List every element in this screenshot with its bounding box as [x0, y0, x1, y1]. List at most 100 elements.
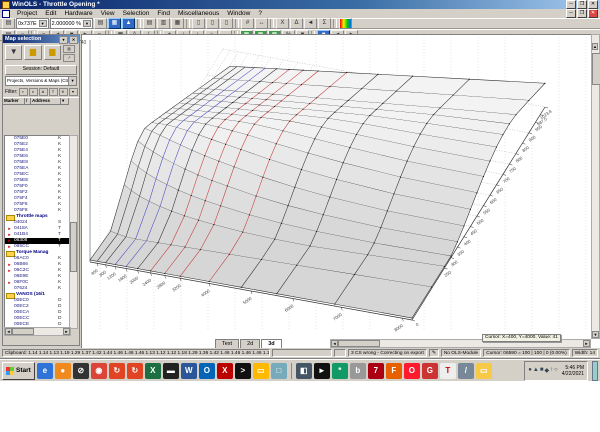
row-view-icon[interactable]: ▥ [157, 18, 171, 29]
bb-gray-icon[interactable]: b [349, 362, 366, 379]
multiply-icon[interactable]: X [276, 18, 290, 29]
scrollbar-thumb[interactable] [12, 328, 34, 335]
tray-icon-1[interactable]: ▲ [533, 367, 539, 374]
column-header-2[interactable]: Address [31, 98, 61, 105]
import-folder-icon[interactable]: ▆ [43, 45, 61, 60]
photos-icon[interactable]: * [331, 362, 348, 379]
antivirus-icon[interactable]: X [216, 362, 233, 379]
media-orange-icon[interactable]: ● [54, 362, 71, 379]
view-2d-button[interactable]: ▦ [108, 18, 122, 29]
ie-icon[interactable]: e [36, 362, 53, 379]
filter-button-0[interactable]: ▪ [18, 88, 28, 96]
checkerboard-icon[interactable]: ▦ [63, 45, 75, 53]
close-button[interactable]: ✕ [588, 0, 598, 9]
menu-item-miscellaneous[interactable]: Miscellaneous [174, 9, 223, 18]
explorer-icon[interactable]: ▭ [252, 362, 269, 379]
list-header[interactable]: Marker / Address ▾ [3, 97, 79, 105]
panel-horizontal-scrollbar[interactable]: ◄ ► [4, 327, 71, 336]
terminal-icon[interactable]: > [234, 362, 251, 379]
menu-item-selection[interactable]: Selection [119, 9, 154, 18]
panel-close-icon[interactable]: ✕ [69, 36, 78, 44]
filter-button-2[interactable]: A [38, 88, 48, 96]
menu-item-[interactable]: ? [254, 9, 266, 18]
drive-icon[interactable]: ▬ [162, 362, 179, 379]
scroll-right-icon[interactable]: ► [63, 328, 70, 335]
show-desktop-button[interactable] [592, 360, 598, 381]
column-header-0[interactable]: Marker [3, 98, 25, 105]
scrollbar-thumb[interactable] [70, 222, 77, 273]
mdi-minimize-button[interactable]: ─ [566, 9, 576, 18]
firefox-icon[interactable]: F [385, 362, 402, 379]
tray-icon-4[interactable]: ↑ [550, 367, 553, 374]
plot-vertical-scrollbar[interactable]: ▲ ▼ [591, 34, 600, 339]
nitro-2-icon[interactable]: ↻ [126, 362, 143, 379]
column-original-icon[interactable]: ▯ [192, 18, 206, 29]
menu-item-hardware[interactable]: Hardware [60, 9, 96, 18]
tab-3d[interactable]: 3d [261, 339, 282, 348]
factor-combo[interactable]: 2.000000 % ▼ [49, 18, 94, 29]
sphere-icon[interactable]: G [421, 362, 438, 379]
color-scale-icon[interactable] [339, 18, 353, 29]
combo-arrow-icon[interactable]: ▼ [38, 20, 47, 27]
tray-icon-2[interactable]: ■ [540, 367, 544, 374]
tray-icon-0[interactable]: ● [528, 367, 532, 374]
word-icon[interactable]: W [180, 362, 197, 379]
folder-yellow-icon[interactable]: ▭ [475, 362, 492, 379]
grid-view-icon[interactable]: ▦ [171, 18, 185, 29]
menu-item-window[interactable]: Window [223, 9, 254, 18]
column-diff-icon[interactable]: ▯ [220, 18, 234, 29]
combo-arrow-icon[interactable]: ▼ [83, 20, 92, 27]
nitro-1-icon[interactable]: ↻ [108, 362, 125, 379]
filter-button-1[interactable]: ± [28, 88, 38, 96]
column-header-3[interactable]: ▾ [61, 98, 69, 105]
swap-axes-icon[interactable]: ↔ [255, 18, 269, 29]
title-bar[interactable]: WinOLS - Throttle Opening * ─ ❐ ✕ [0, 0, 600, 9]
menu-item-view[interactable]: View [97, 9, 119, 18]
view-3d-button[interactable]: ▲ [122, 18, 136, 29]
scope-dropdown[interactable]: Projects, Versions & Maps (Ctrl ▼ [5, 76, 77, 86]
tt-white-icon[interactable]: T [439, 362, 456, 379]
panel-vertical-scrollbar[interactable] [69, 135, 78, 329]
new-map-icon[interactable]: ▤ [94, 18, 108, 29]
menu-item-edit[interactable]: Edit [41, 9, 60, 18]
camera-dark-icon[interactable]: ⊘ [72, 362, 89, 379]
mdi-doc-icon[interactable]: ▤ [2, 18, 15, 29]
excel-icon[interactable]: X [144, 362, 161, 379]
filter-button-4[interactable]: K [58, 88, 68, 96]
menu-item-find[interactable]: Find [153, 9, 174, 18]
undo-arrow-icon[interactable]: ◄ [304, 18, 318, 29]
filter-button-3[interactable]: T [48, 88, 58, 96]
vm-icon[interactable]: ◧ [295, 362, 312, 379]
wrench-icon[interactable]: / [457, 362, 474, 379]
media-black-icon[interactable]: ► [313, 362, 330, 379]
scroll-down-icon[interactable]: ▼ [592, 331, 599, 338]
export-icon[interactable]: ↗ [63, 54, 75, 62]
address-combo[interactable]: 0x737E ▼ [16, 18, 49, 29]
tray-icon-3[interactable]: ◆ [545, 367, 550, 374]
delta-icon[interactable]: Δ [290, 18, 304, 29]
column-compare-icon[interactable]: ▯ [206, 18, 220, 29]
scrollbar-thumb[interactable] [338, 340, 380, 347]
save-icon[interactable]: ▼ [5, 45, 23, 60]
sum-icon[interactable]: Σ [318, 18, 332, 29]
mdi-restore-button[interactable]: ❐ [577, 9, 587, 18]
session-button[interactable]: Session: Default [5, 65, 77, 75]
app-blue-icon[interactable]: □ [270, 362, 287, 379]
table-view-icon[interactable]: ▤ [143, 18, 157, 29]
scroll-up-icon[interactable]: ▲ [592, 43, 598, 50]
panel-title-bar[interactable]: Map selection ▾ ✕ [3, 35, 79, 44]
panel-pin-icon[interactable]: ▾ [59, 36, 68, 44]
tray-icon-5[interactable]: ○ [554, 367, 558, 374]
minimize-button[interactable]: ─ [566, 0, 576, 9]
scrollbar-thumb[interactable] [592, 53, 600, 85]
tab-2d[interactable]: 2d [240, 339, 261, 348]
start-button[interactable]: Start [2, 361, 35, 380]
scroll-right-icon[interactable]: ► [583, 340, 590, 347]
surface-3d-chart[interactable]: 1404008001200160020002400280032004000500… [81, 34, 600, 348]
restore-button[interactable]: ❐ [577, 0, 587, 9]
scroll-left-icon[interactable]: ◄ [331, 340, 338, 347]
scroll-left-icon[interactable]: ◄ [5, 328, 12, 335]
dropdown-arrow-icon[interactable]: ▼ [68, 77, 76, 85]
tab-text[interactable]: Text [215, 339, 240, 348]
menu-item-project[interactable]: Project [13, 9, 41, 18]
